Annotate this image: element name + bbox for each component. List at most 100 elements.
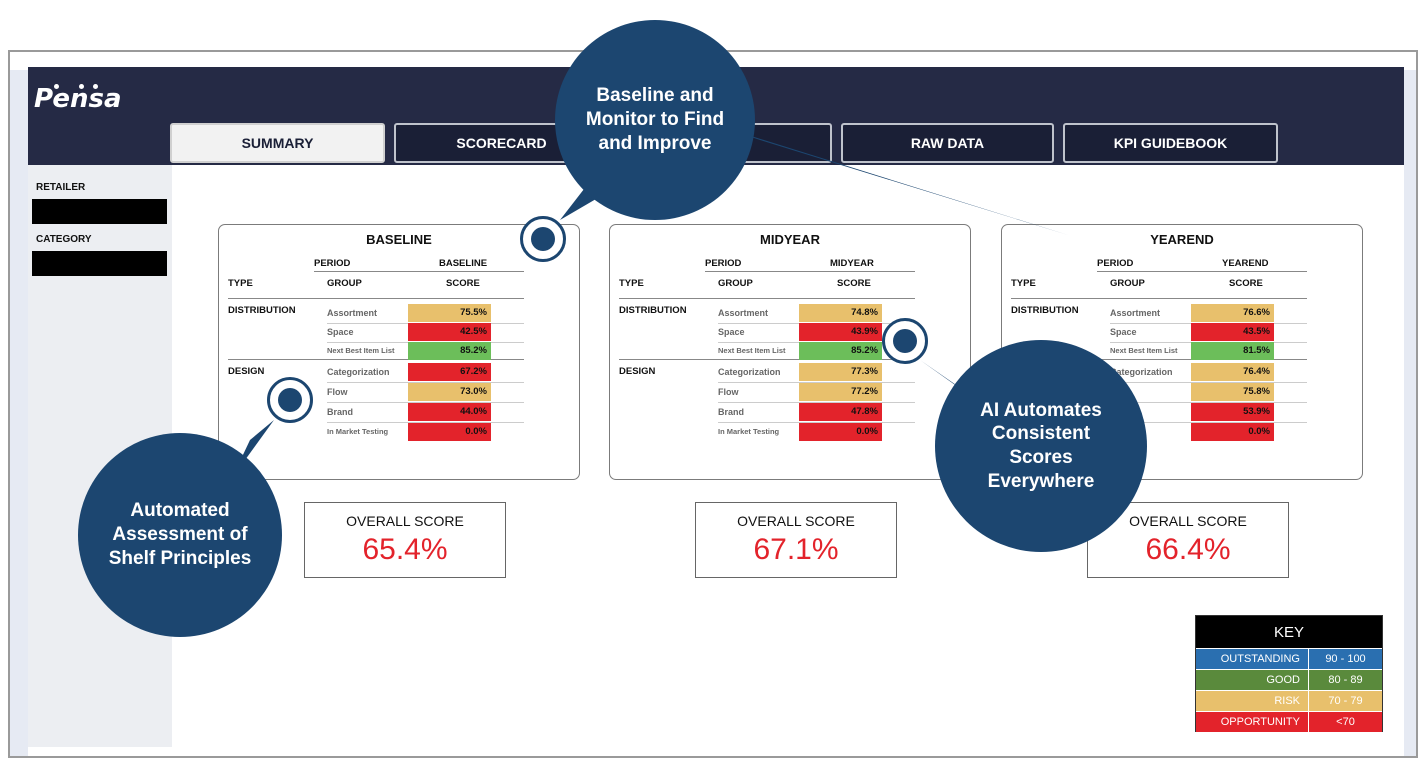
score-header: SCORE (837, 278, 871, 289)
group-label: Assortment (1110, 308, 1161, 318)
tab-summary[interactable]: SUMMARY (170, 123, 385, 163)
score-cell: 85.2% (408, 342, 491, 360)
type-label: DESIGN (228, 366, 265, 377)
score-header: SCORE (446, 278, 480, 289)
logo-dot (79, 84, 84, 89)
group-label: Brand (718, 407, 745, 417)
period-header: PERIOD (314, 258, 351, 269)
group-label: In Market Testing (718, 427, 780, 436)
score-cell: 81.5% (1191, 342, 1274, 360)
type-label: DISTRIBUTION (619, 305, 687, 316)
group-label: Space (718, 327, 745, 337)
group-label: Assortment (327, 308, 378, 318)
overall-score-box: OVERALL SCORE 65.4% (304, 502, 506, 578)
score-cell: 77.2% (799, 383, 882, 401)
key-name: RISK (1274, 695, 1300, 707)
type-label: DISTRIBUTION (228, 305, 296, 316)
score-cell: 74.8% (799, 304, 882, 322)
score-cell: 67.2% (408, 363, 491, 381)
score-cell: 43.9% (799, 323, 882, 341)
marker-dot (278, 388, 302, 412)
retailer-label: RETAILER (36, 182, 86, 193)
header-line (314, 271, 524, 272)
key-name: OUTSTANDING (1220, 653, 1300, 665)
period-value: YEAREND (1222, 258, 1269, 269)
type-header: TYPE (619, 278, 644, 289)
period-value: MIDYEAR (830, 258, 874, 269)
callout-automated: Automated Assessment of Shelf Principles (78, 433, 282, 637)
score-cell: 53.9% (1191, 403, 1274, 421)
overall-score-box: OVERALL SCORE 67.1% (695, 502, 897, 578)
type-header: TYPE (1011, 278, 1036, 289)
score-cell: 76.4% (1191, 363, 1274, 381)
score-cell: 77.3% (799, 363, 882, 381)
header-line (619, 298, 915, 299)
group-label: Next Best Item List (718, 346, 786, 355)
key-range: 70 - 79 (1308, 691, 1382, 711)
score-cell: 0.0% (408, 423, 491, 441)
group-header: GROUP (718, 278, 753, 289)
score-cell: 75.5% (408, 304, 491, 322)
left-strip (10, 70, 28, 756)
retailer-select[interactable] (32, 199, 167, 224)
category-select[interactable] (32, 251, 167, 276)
right-strip (1404, 70, 1416, 756)
type-label: DESIGN (619, 366, 656, 377)
group-label: Brand (327, 407, 354, 417)
logo-dot (93, 84, 98, 89)
score-cell: 47.8% (799, 403, 882, 421)
key-range: <70 (1308, 712, 1382, 732)
score-cell: 42.5% (408, 323, 491, 341)
group-header: GROUP (327, 278, 362, 289)
group-label: Next Best Item List (1110, 346, 1178, 355)
group-header: GROUP (1110, 278, 1145, 289)
period-header: PERIOD (1097, 258, 1134, 269)
callout-ai-text: AI Automates Consistent Scores Everywher… (980, 399, 1102, 492)
header-line (1011, 298, 1307, 299)
callout-baseline-text: Baseline and Monitor to Find and Improve (585, 85, 725, 154)
score-cell: 0.0% (1191, 423, 1274, 441)
score-header: SCORE (1229, 278, 1263, 289)
key-row: RISK 70 - 79 (1196, 690, 1382, 711)
key-name: GOOD (1266, 674, 1300, 686)
key-row: OUTSTANDING 90 - 100 (1196, 648, 1382, 669)
card-title: MIDYEAR (760, 232, 820, 247)
group-label: Categorization (718, 367, 781, 377)
pensa-logo: Pensa (34, 84, 122, 114)
marker-dot (893, 329, 917, 353)
key-row: GOOD 80 - 89 (1196, 669, 1382, 690)
key-row: OPPORTUNITY <70 (1196, 711, 1382, 732)
callout-automated-text: Automated Assessment of Shelf Principles (108, 500, 252, 569)
key-range: 80 - 89 (1308, 670, 1382, 690)
header-line (705, 271, 915, 272)
score-cell: 85.2% (799, 342, 882, 360)
period-header: PERIOD (705, 258, 742, 269)
marker-baseline (520, 216, 566, 262)
overall-score-label: OVERALL SCORE (346, 513, 464, 529)
group-label: In Market Testing (327, 427, 389, 436)
callout-baseline: Baseline and Monitor to Find and Improve (555, 20, 755, 220)
score-cell: 43.5% (1191, 323, 1274, 341)
header-line (1097, 271, 1307, 272)
group-label: Categorization (327, 367, 390, 377)
overall-score-label: OVERALL SCORE (737, 513, 855, 529)
type-header: TYPE (228, 278, 253, 289)
score-cell: 0.0% (799, 423, 882, 441)
logo-dot (54, 84, 59, 89)
overall-score-value: 67.1% (753, 533, 839, 566)
marker-dot (531, 227, 555, 251)
marker-ai (882, 318, 928, 364)
score-key: KEY OUTSTANDING 90 - 100 GOOD 80 - 89 RISK… (1195, 615, 1383, 732)
group-label: Space (327, 327, 354, 337)
tab-raw-data[interactable]: RAW DATA (841, 123, 1054, 163)
category-label: CATEGORY (36, 234, 92, 245)
header-line (228, 298, 524, 299)
key-range: 90 - 100 (1308, 649, 1382, 669)
key-title: KEY (1196, 616, 1382, 648)
score-cell: 76.6% (1191, 304, 1274, 322)
period-card: BASELINE PERIOD BASELINE TYPE GROUP SCORE DIST… (218, 224, 580, 480)
tab-kpi-guidebook[interactable]: KPI GUIDEBOOK (1063, 123, 1278, 163)
type-label: DISTRIBUTION (1011, 305, 1079, 316)
score-cell: 44.0% (408, 403, 491, 421)
score-cell: 73.0% (408, 383, 491, 401)
